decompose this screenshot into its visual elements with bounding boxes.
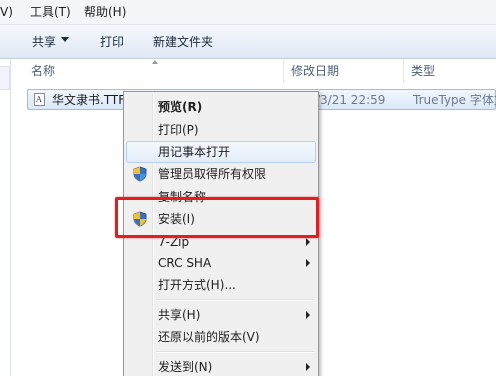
column-divider[interactable] <box>283 59 284 83</box>
menu-item-label: 共享(H) <box>158 308 201 322</box>
annotation-highlight-box <box>115 197 319 238</box>
menu-item-share[interactable]: 共享(H) <box>126 304 316 326</box>
font-file-icon: A <box>34 93 45 106</box>
menu-item-label: CRC SHA <box>158 256 212 270</box>
menu-item-send-to[interactable]: 发送到(N) <box>126 356 316 376</box>
file-modified-date: /3/21 22:59 <box>316 93 386 107</box>
menu-item-open-with[interactable]: 打开方式(H)... <box>126 274 316 296</box>
menu-item-label: 用记事本打开 <box>158 145 231 159</box>
menu-separator <box>156 351 314 353</box>
share-button[interactable]: 共享 <box>32 34 56 50</box>
menu-item-label: 预览(R) <box>158 100 203 114</box>
explorer-window: V) 工具(T) 帮助(H) 共享 打印 新建文件夹 名称 修改日期 类型 A … <box>0 0 496 376</box>
file-name: 华文隶书.TTF <box>52 93 126 107</box>
column-header-name[interactable]: 名称 <box>31 63 55 79</box>
column-header-row: 名称 修改日期 类型 <box>11 59 496 83</box>
column-header-type[interactable]: 类型 <box>411 63 435 79</box>
menu-separator <box>156 299 314 301</box>
menu-item-preview[interactable]: 预览(R) <box>126 96 316 118</box>
menu-item-restore-previous-versions[interactable]: 还原以前的版本(V) <box>126 326 316 348</box>
uac-shield-icon <box>133 166 147 182</box>
menu-tools[interactable]: 工具(T) <box>30 4 71 20</box>
menu-item-take-ownership[interactable]: 管理员取得所有权限 <box>126 163 316 185</box>
menu-item-label: 发送到(N) <box>158 360 213 374</box>
column-header-modified[interactable]: 修改日期 <box>291 63 339 79</box>
submenu-arrow-icon <box>306 311 310 319</box>
menu-view[interactable]: V) <box>0 4 13 20</box>
column-divider[interactable] <box>403 59 404 83</box>
menu-item-crc-sha[interactable]: CRC SHA <box>126 252 316 274</box>
submenu-arrow-icon <box>306 363 310 371</box>
submenu-arrow-icon <box>306 259 310 267</box>
submenu-arrow-icon <box>306 238 310 246</box>
menu-item-print[interactable]: 打印(P) <box>126 119 316 141</box>
sort-ascending-icon <box>152 60 158 64</box>
new-folder-button[interactable]: 新建文件夹 <box>153 34 213 50</box>
menu-item-label: 打印(P) <box>158 123 199 137</box>
menu-item-label: 管理员取得所有权限 <box>158 167 267 181</box>
command-bar: 共享 打印 新建文件夹 <box>0 25 496 59</box>
file-type: TrueType 字体文 <box>413 93 496 107</box>
navigation-pane <box>0 59 11 376</box>
menu-bar: V) 工具(T) 帮助(H) <box>0 0 496 25</box>
share-dropdown-icon[interactable] <box>61 37 69 42</box>
menu-item-open-with-notepad[interactable]: 用记事本打开 <box>126 141 316 163</box>
navigation-item[interactable] <box>0 66 10 90</box>
menu-help[interactable]: 帮助(H) <box>84 4 126 20</box>
menu-item-label: 打开方式(H)... <box>158 278 236 292</box>
print-button[interactable]: 打印 <box>100 34 124 50</box>
menu-item-label: 还原以前的版本(V) <box>158 330 260 344</box>
